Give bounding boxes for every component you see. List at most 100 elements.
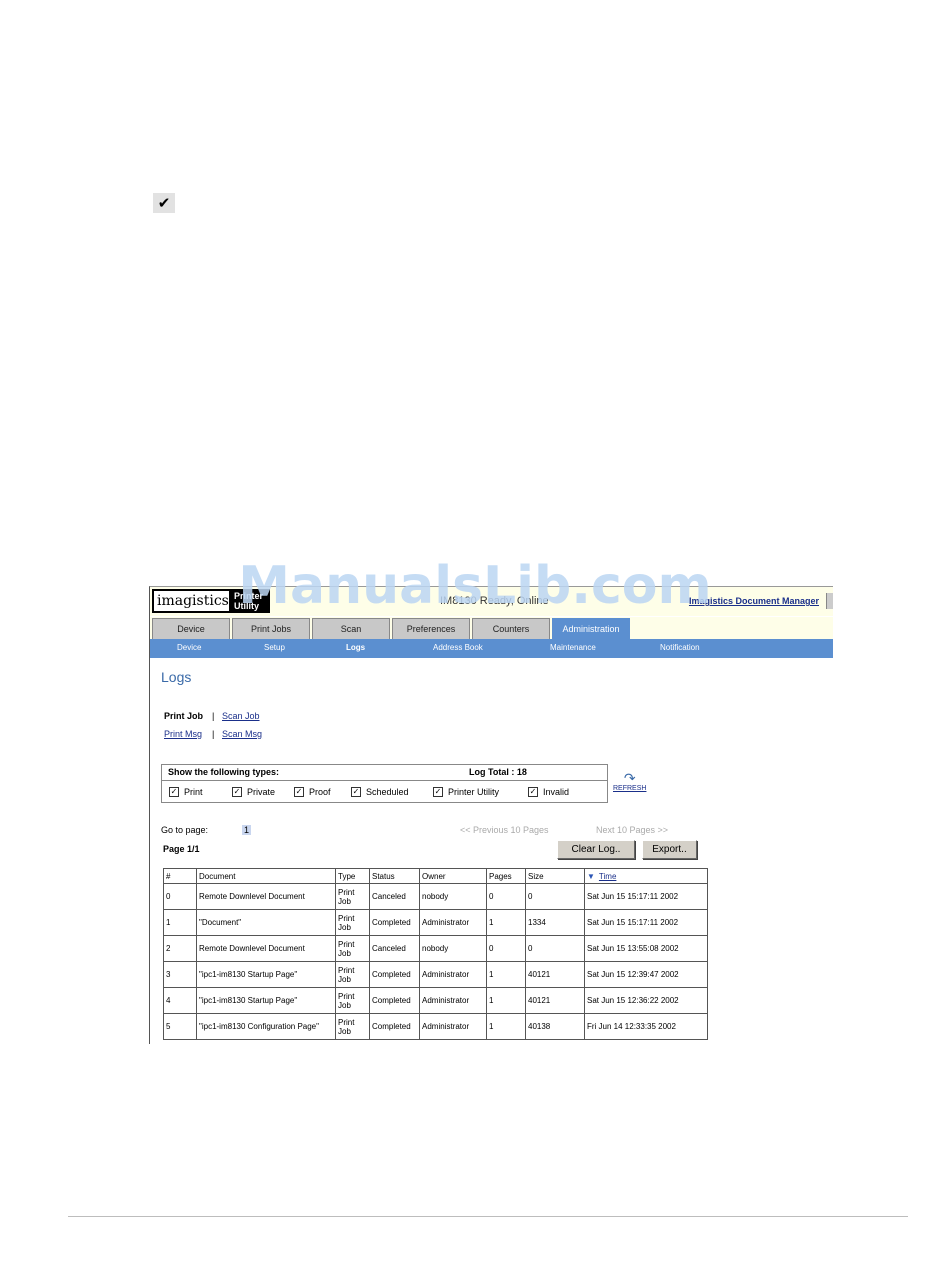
checkbox-icon[interactable]: ✓ (294, 787, 304, 797)
page-info: Page 1/1 (163, 844, 200, 854)
filter-print[interactable]: ✓ Print (169, 787, 203, 797)
table-row: 1 "Document" Print Job Completed Administrat… (163, 909, 708, 936)
time-sort-link[interactable]: Time (599, 872, 616, 881)
subnav-setup[interactable]: Setup (264, 643, 285, 652)
filter-label: Proof (309, 787, 331, 797)
table-cell: Remote Downlevel Document (196, 935, 336, 962)
next-pages-link: Next 10 Pages >> (596, 825, 669, 835)
column-header: Status (369, 868, 420, 884)
column-header-time[interactable]: ▼ Time (584, 868, 708, 884)
filter-printer-utility[interactable]: ✓ Printer Utility (433, 787, 499, 797)
table-cell: 0 (486, 935, 526, 962)
subnav-logs[interactable]: Logs (346, 643, 365, 652)
subnav-notification[interactable]: Notification (660, 643, 700, 652)
table-cell: 40121 (525, 987, 585, 1014)
table-cell: Print Job (335, 883, 370, 910)
sub-navigation: Device Setup Logs Address Book Maintenan… (150, 639, 833, 658)
table-cell: 1 (163, 909, 197, 936)
table-cell: 1 (486, 987, 526, 1014)
current-page-number[interactable]: 1 (242, 825, 252, 835)
column-header: Pages (486, 868, 526, 884)
table-cell: Completed (369, 1013, 420, 1040)
table-header-row: # Document Type Status Owner Pages Size … (163, 868, 708, 884)
table-cell: 5 (163, 1013, 197, 1040)
table-row: 2 Remote Downlevel Document Print Job Cance… (163, 935, 708, 962)
table-cell: 40121 (525, 961, 585, 988)
tab-device[interactable]: Device (152, 618, 230, 639)
filter-heading: Show the following types: (168, 767, 279, 777)
table-cell: 4 (163, 987, 197, 1014)
checkbox-icon[interactable]: ✓ (169, 787, 179, 797)
filter-label: Printer Utility (448, 787, 500, 797)
table-cell: Fri Jun 14 12:33:35 2002 (584, 1013, 708, 1040)
refresh-button[interactable]: ↷ REFRESH (613, 771, 646, 792)
scan-job-link[interactable]: Scan Job (222, 711, 260, 721)
filter-header: Show the following types: Log Total : 18 (162, 765, 607, 781)
clear-log-button[interactable]: Clear Log.. (557, 840, 635, 859)
tab-scan[interactable]: Scan (312, 618, 390, 639)
link-separator: | (212, 729, 215, 739)
link-separator: | (212, 711, 215, 721)
tab-print-jobs[interactable]: Print Jobs (232, 618, 310, 639)
table-cell: 0 (525, 883, 585, 910)
table-cell: 0 (163, 883, 197, 910)
table-cell: Print Job (335, 935, 370, 962)
subnav-address-book[interactable]: Address Book (433, 643, 483, 652)
filter-label: Invalid (543, 787, 570, 797)
column-header: # (163, 868, 197, 884)
watermark: ManualsLib.com (238, 556, 712, 616)
table-cell: Print Job (335, 1013, 370, 1040)
tab-counters[interactable]: Counters (472, 618, 550, 639)
filter-scheduled[interactable]: ✓ Scheduled (351, 787, 409, 797)
filter-private[interactable]: ✓ Private (232, 787, 275, 797)
table-cell: Completed (369, 987, 420, 1014)
table-cell: "ipc1-im8130 Startup Page" (196, 987, 336, 1014)
table-row: 3 "ipc1-im8130 Startup Page" Print Job Comp… (163, 961, 708, 988)
table-cell: "Document" (196, 909, 336, 936)
table-cell: Print Job (335, 909, 370, 936)
table-cell: Canceled (369, 883, 420, 910)
subnav-maintenance[interactable]: Maintenance (550, 643, 596, 652)
checkbox-icon[interactable]: ✓ (433, 787, 443, 797)
filter-invalid[interactable]: ✓ Invalid (528, 787, 569, 797)
print-msg-link[interactable]: Print Msg (164, 729, 202, 739)
filter-label: Scheduled (366, 787, 409, 797)
table-cell: Completed (369, 909, 420, 936)
table-cell: 0 (486, 883, 526, 910)
table-cell: 1 (486, 909, 526, 936)
table-cell: nobody (419, 935, 487, 962)
table-cell: Completed (369, 961, 420, 988)
tab-preferences[interactable]: Preferences (392, 618, 470, 639)
table-cell: Sat Jun 15 12:36:22 2002 (584, 987, 708, 1014)
table-cell: nobody (419, 883, 487, 910)
refresh-label: REFRESH (613, 785, 647, 792)
table-cell: Print Job (335, 961, 370, 988)
subnav-device[interactable]: Device (177, 643, 201, 652)
log-table-body: 0 Remote Downlevel Document Print Job Cance… (163, 883, 708, 1040)
filter-proof[interactable]: ✓ Proof (294, 787, 331, 797)
table-cell: 2 (163, 935, 197, 962)
scan-msg-link[interactable]: Scan Msg (222, 729, 262, 739)
column-header: Type (335, 868, 370, 884)
footer-divider (68, 1216, 908, 1217)
table-cell: 40138 (525, 1013, 585, 1040)
checkbox-icon[interactable]: ✓ (528, 787, 538, 797)
table-cell: 1 (486, 1013, 526, 1040)
checkbox-icon[interactable]: ✓ (232, 787, 242, 797)
table-cell: Canceled (369, 935, 420, 962)
table-cell: Print Job (335, 987, 370, 1014)
table-row: 5 "ipc1-im8130 Configuration Page" Print J… (163, 1013, 708, 1040)
table-cell: 1 (486, 961, 526, 988)
log-table: # Document Type Status Owner Pages Size … (163, 868, 708, 1040)
print-job-current: Print Job (164, 711, 204, 721)
tab-administration[interactable]: Administration (552, 618, 630, 639)
table-cell: Sat Jun 15 15:17:11 2002 (584, 909, 708, 936)
refresh-icon: ↷ (623, 770, 636, 786)
page-title: Logs (161, 669, 192, 685)
table-cell: Sat Jun 15 15:17:11 2002 (584, 883, 708, 910)
table-cell: 1334 (525, 909, 585, 936)
export-button[interactable]: Export.. (642, 840, 697, 859)
column-header: Document (196, 868, 336, 884)
checkbox-icon[interactable]: ✓ (351, 787, 361, 797)
column-header: Size (525, 868, 585, 884)
